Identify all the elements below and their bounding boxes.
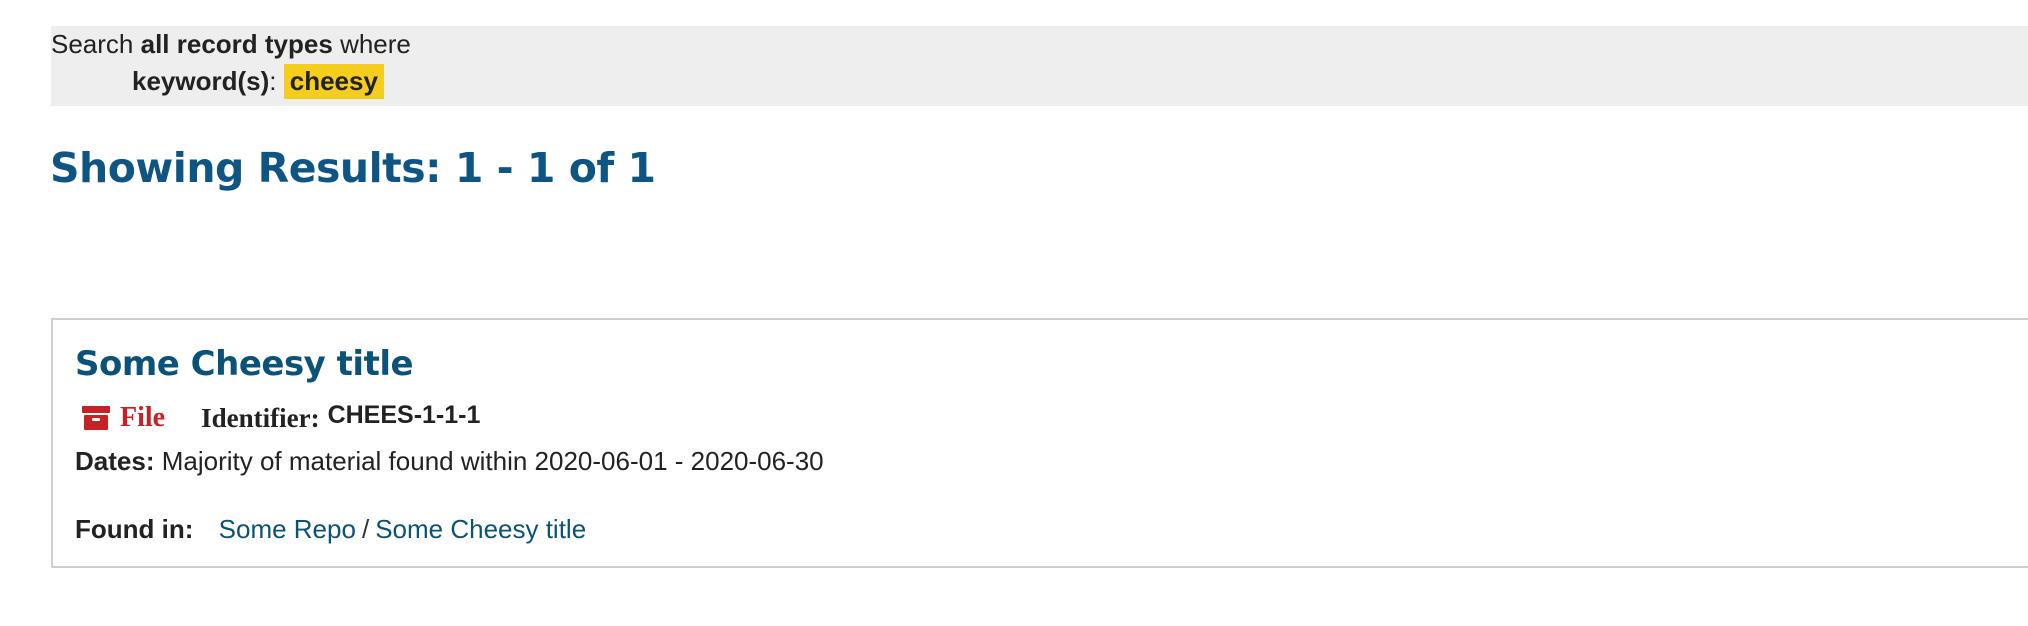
found-in-repository-link[interactable]: Some Repo <box>219 514 356 544</box>
record-meta-row: File Identifier: CHEES-1-1-1 <box>82 400 480 436</box>
results-count-heading: Showing Results: 1 - 1 of 1 <box>50 144 656 192</box>
search-scope: all record types <box>140 29 333 59</box>
search-suffix: where <box>340 29 411 59</box>
dates-value: Majority of material found within 2020-0… <box>161 446 824 476</box>
found-in-collection-link[interactable]: Some Cheesy title <box>375 514 586 544</box>
search-summary-line: Search all record types where <box>51 31 411 57</box>
search-keyword-highlight: cheesy <box>283 64 384 99</box>
search-field-label: keyword(s) <box>132 66 270 96</box>
found-in-row: Found in: Some Repo / Some Cheesy title <box>75 514 586 545</box>
search-prefix: Search <box>51 29 134 59</box>
record-title-link[interactable]: Some Cheesy title <box>75 344 414 384</box>
archive-box-icon <box>82 405 110 431</box>
search-summary: Search all record types where keyword(s)… <box>51 26 2028 106</box>
breadcrumb-separator: / <box>361 514 370 544</box>
search-criteria-line: keyword(s): cheesy <box>132 64 384 99</box>
dates-row: Dates: Majority of material found within… <box>75 446 824 477</box>
identifier-label: Identifier: <box>201 402 320 433</box>
search-field-separator: : <box>269 66 277 96</box>
dates-label: Dates: <box>75 446 155 476</box>
record-type-label: File <box>120 402 166 433</box>
result-card: Some Cheesy title File Identifier: CHEES… <box>51 318 2028 568</box>
found-in-label: Found in: <box>75 514 194 544</box>
identifier-value: CHEES-1-1-1 <box>327 400 481 429</box>
